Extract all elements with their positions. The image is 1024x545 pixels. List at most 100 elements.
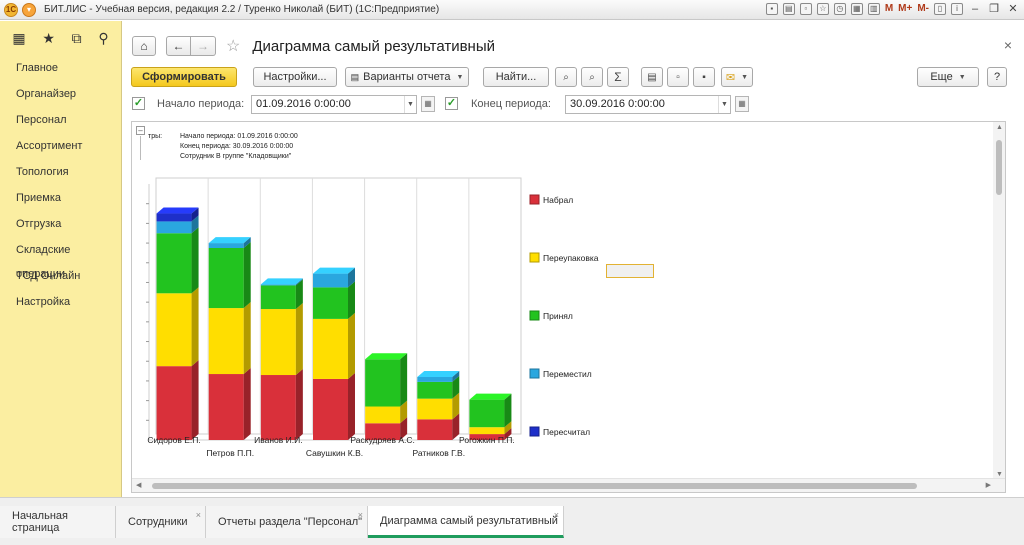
x-tick-label: Рогожкин П.П. [459, 435, 515, 445]
memory-button[interactable]: M [885, 3, 893, 14]
end-calendar-icon[interactable]: ▦ [735, 96, 749, 112]
tab-home-page[interactable]: Начальная страница [0, 506, 116, 538]
memory-minus-button[interactable]: M- [917, 3, 929, 14]
sidebar-item-assortment[interactable]: Ассортимент [0, 134, 121, 160]
print-icon[interactable]: ▤ [641, 67, 663, 87]
panels-icon[interactable]: ▯ [934, 2, 946, 15]
x-tick-label: Савушкин К.В. [306, 448, 363, 458]
restore-button[interactable]: ❐ [987, 2, 1001, 15]
sidebar-item-tsd-online[interactable]: ТСД Онлайн [0, 264, 121, 290]
legend-label: Переместил [543, 369, 592, 379]
home-button[interactable]: ⌂ [132, 36, 156, 56]
chevron-down-icon[interactable]: ▼ [718, 96, 730, 113]
bar-segment [365, 359, 401, 407]
save-icon[interactable]: ▪ [765, 2, 778, 15]
sidebar-item-personnel[interactable]: Персонал [0, 108, 121, 134]
tab-chart-top-performer[interactable]: Диаграмма самый результативный × [368, 506, 564, 538]
calendar-icon[interactable]: ▦ [850, 2, 863, 15]
vertical-scrollbar[interactable]: ▲ ▼ [993, 122, 1005, 480]
sidebar-item-organizer[interactable]: Органайзер [0, 82, 121, 108]
generate-button[interactable]: Сформировать [131, 67, 237, 87]
history-icon[interactable]: ◷ [833, 2, 846, 15]
close-form-button[interactable]: × [1004, 37, 1012, 53]
start-calendar-icon[interactable]: ▦ [421, 96, 435, 112]
bar-top [313, 267, 355, 274]
sidebar-item-topology[interactable]: Топология [0, 160, 121, 186]
report-variants-button[interactable]: ▤ Варианты отчета ▼ [345, 67, 469, 87]
selected-cell[interactable] [606, 264, 654, 278]
sum-icon[interactable]: Σ [607, 67, 629, 87]
history-icon[interactable]: ⧉ [72, 30, 82, 47]
preview-icon[interactable]: ▫ [799, 2, 812, 15]
sidebar-item-settings[interactable]: Настройка [0, 290, 121, 316]
back-button[interactable]: ← [166, 36, 191, 56]
bar-side [243, 368, 251, 440]
bar-side [348, 372, 355, 440]
x-tick-label: Петров П.П. [206, 448, 254, 458]
main-menu-icon[interactable]: ▾ [22, 2, 36, 17]
scroll-up-icon[interactable]: ▲ [996, 124, 1003, 131]
favorites-icon[interactable]: ☆ [816, 2, 829, 15]
start-period-field[interactable]: 01.09.2016 0:00:00 ▼ [251, 95, 417, 114]
memory-plus-button[interactable]: M+ [898, 3, 912, 14]
grid-menu-icon[interactable]: ▦ [12, 30, 25, 47]
report-spreadsheet[interactable]: – тры: Начало периода: 01.09.2016 0:00:0… [131, 121, 1006, 493]
scroll-left-icon[interactable]: ◀ [136, 481, 141, 489]
minimize-button[interactable]: – [968, 3, 982, 15]
search-forward-icon[interactable]: ⌕ [555, 67, 577, 87]
favorite-star-icon[interactable]: ☆ [226, 36, 240, 56]
sidebar-item-shipping[interactable]: Отгрузка [0, 212, 121, 238]
close-tab-icon[interactable]: × [554, 510, 559, 520]
sidebar-item-warehouse-ops[interactable]: Складские операции [0, 238, 121, 280]
find-button[interactable]: Найти... [483, 67, 549, 87]
bar-segment [313, 318, 348, 379]
mail-icon: ✉ [725, 71, 736, 84]
save-icon[interactable]: ▪ [693, 67, 715, 87]
bar-segment [417, 381, 453, 399]
scroll-down-icon[interactable]: ▼ [996, 471, 1003, 478]
end-period-checkbox[interactable]: ✓ [445, 97, 458, 110]
bar-top [469, 393, 512, 400]
forward-button[interactable]: → [191, 36, 216, 56]
horizontal-scrollbar[interactable]: ◀ ▶ [132, 478, 1005, 492]
search-icon[interactable]: ⚲ [98, 30, 108, 47]
form-header: ⌂ ← → ☆ Диаграмма самый результативный × [132, 35, 1012, 57]
bar-top [365, 353, 408, 360]
bar-side [243, 302, 251, 375]
close-tab-icon[interactable]: × [196, 510, 201, 520]
tab-label: Диаграмма самый результативный [380, 514, 558, 527]
chevron-down-icon[interactable]: ▼ [404, 96, 416, 113]
favorites-star-icon[interactable]: ★ [42, 30, 55, 47]
sidebar-item-main[interactable]: Главное [0, 56, 121, 82]
bar-segment [260, 285, 296, 310]
start-period-checkbox[interactable]: ✓ [132, 97, 145, 110]
help-button[interactable]: ? [987, 67, 1007, 87]
stacked-bar-chart[interactable]: Сидоров Е.П. Петров П.П.Иванов И.И.Савушк… [132, 122, 992, 478]
sections-panel: Главное Органайзер Персонал Ассортимент … [0, 56, 122, 497]
legend-label: Принял [543, 311, 573, 321]
tab-label: Отчеты раздела "Персонал" [218, 516, 363, 528]
end-period-field[interactable]: 30.09.2016 0:00:00 ▼ [565, 95, 731, 114]
settings-button[interactable]: Настройки... [253, 67, 337, 87]
send-mail-button[interactable]: ✉ ▼ [721, 67, 753, 87]
horizontal-scroll-thumb[interactable] [152, 483, 917, 489]
close-tab-icon[interactable]: × [358, 510, 363, 520]
bar-top [156, 207, 199, 214]
scroll-right-icon[interactable]: ▶ [986, 481, 991, 489]
bar-segment [260, 284, 296, 286]
close-window-button[interactable]: ✕ [1006, 2, 1020, 15]
vertical-scroll-thumb[interactable] [996, 140, 1002, 195]
print-icon[interactable]: ▤ [782, 2, 795, 15]
search-cancel-icon[interactable]: ⌕ [581, 67, 603, 87]
titlebar-tools: ▪ ▤ ▫ ☆ ◷ ▦ ▥ M M+ M- ▯ i – ❐ ✕ [765, 2, 1020, 15]
preview-icon[interactable]: ▫ [667, 67, 689, 87]
info-icon[interactable]: i [951, 2, 963, 15]
calculator-icon[interactable]: ▥ [867, 2, 880, 15]
tab-personnel-reports[interactable]: Отчеты раздела "Персонал" × [206, 506, 368, 538]
bar-segment [313, 287, 348, 319]
more-button[interactable]: Еще ▼ [917, 67, 979, 87]
sidebar-item-receiving[interactable]: Приемка [0, 186, 121, 212]
tab-employees[interactable]: Сотрудники × [116, 506, 206, 538]
open-windows-panel: Начальная страница Сотрудники × Отчеты р… [0, 497, 1024, 545]
bar-segment [313, 273, 348, 288]
